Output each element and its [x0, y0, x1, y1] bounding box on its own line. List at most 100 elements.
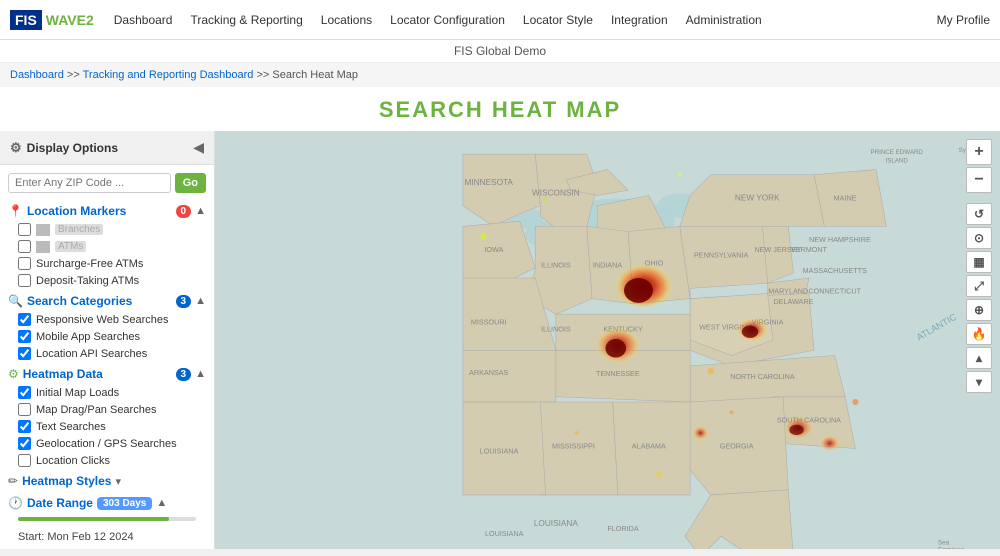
map-grid-button[interactable]: ▦: [966, 251, 992, 273]
breadcrumb: Dashboard >> Tracking and Reporting Dash…: [0, 63, 1000, 87]
initial-map-loads-checkbox[interactable]: [18, 386, 31, 399]
svg-text:NORTH CAROLINA: NORTH CAROLINA: [730, 372, 795, 381]
search-categories-header[interactable]: 🔍 Search Categories 3 ▲: [0, 289, 214, 311]
sub-header: FIS Global Demo: [0, 40, 1000, 63]
nav-administration[interactable]: Administration: [686, 13, 762, 27]
slider-track: [18, 517, 196, 521]
svg-text:NEW JERSEY: NEW JERSEY: [754, 245, 801, 254]
map-drag-checkbox[interactable]: [18, 403, 31, 416]
map-fullscreen-button[interactable]: ⤢: [966, 275, 992, 297]
map-svg: MINNESOTA WISCONSIN IOWA ILLINOIS INDIAN…: [215, 131, 1000, 549]
page-title-part1: SEARCH: [379, 97, 492, 122]
responsive-web-item: Responsive Web Searches: [0, 311, 214, 328]
deposit-taking-item: Deposit-Taking ATMs: [0, 272, 214, 289]
text-searches-checkbox[interactable]: [18, 420, 31, 433]
breadcrumb-dashboard[interactable]: Dashboard: [10, 69, 64, 81]
nav-integration[interactable]: Integration: [611, 13, 668, 27]
map-locate-button[interactable]: ⊙: [966, 227, 992, 249]
svg-text:WISCONSIN: WISCONSIN: [532, 188, 580, 197]
svg-text:LOUISIANA: LOUISIANA: [480, 447, 519, 456]
map-drag-item: Map Drag/Pan Searches: [0, 401, 214, 418]
map-heatmap-button[interactable]: 🔥: [966, 323, 992, 345]
date-start: Start: Mon Feb 12 2024: [18, 529, 196, 547]
map-pin-button[interactable]: ⊕: [966, 299, 992, 321]
branches-checkbox[interactable]: [18, 223, 31, 236]
page-title-part2: HEAT MAP: [492, 97, 621, 122]
heatmap-data-badge: 3: [176, 368, 192, 381]
heatmap-data-icon: ⚙: [8, 367, 19, 381]
search-icon: 🔍: [8, 294, 23, 308]
page-title: SEARCH HEAT MAP: [0, 97, 1000, 123]
location-markers-title: Location Markers: [27, 204, 172, 218]
logo-fis-text: FIS: [10, 10, 42, 30]
svg-text:MARYLAND: MARYLAND: [768, 287, 808, 296]
zip-input[interactable]: [8, 173, 171, 193]
svg-text:LOUISIANA: LOUISIANA: [534, 519, 579, 528]
heatmap-data-chevron: ▲: [195, 368, 206, 380]
surcharge-free-checkbox[interactable]: [18, 257, 31, 270]
heatmap-data-header[interactable]: ⚙ Heatmap Data 3 ▲: [0, 362, 214, 384]
breadcrumb-sep1: >>: [67, 69, 83, 81]
logo: FIS WAVE2: [10, 10, 94, 30]
map-down-button[interactable]: ▾: [966, 371, 992, 393]
nav-locations[interactable]: Locations: [321, 13, 372, 27]
search-categories-chevron: ▲: [195, 295, 206, 307]
map-up-button[interactable]: ▴: [966, 347, 992, 369]
location-clicks-item: Location Clicks: [0, 452, 214, 469]
go-button[interactable]: Go: [175, 173, 206, 193]
branches-item: Branches: [0, 221, 214, 238]
zip-row: Go: [0, 165, 214, 199]
page-title-bar: SEARCH HEAT MAP: [0, 87, 1000, 131]
breadcrumb-tracking[interactable]: Tracking and Reporting Dashboard: [83, 69, 254, 81]
nav-locator-config[interactable]: Locator Configuration: [390, 13, 505, 27]
date-range-slider[interactable]: [0, 513, 214, 525]
geolocation-checkbox[interactable]: [18, 437, 31, 450]
atms-item: ATMs: [0, 238, 214, 255]
date-range-badge: 303 Days: [97, 497, 152, 510]
date-range-chevron: ▲: [156, 497, 167, 509]
atms-checkbox[interactable]: [18, 240, 31, 253]
location-markers-chevron: ▲: [195, 205, 206, 217]
mobile-app-label: Mobile App Searches: [36, 331, 140, 343]
zoom-out-button[interactable]: −: [966, 167, 992, 193]
zoom-in-button[interactable]: +: [966, 139, 992, 165]
main-layout: ⚙ Display Options ◀ Go 📍 Location Marker…: [0, 131, 1000, 549]
svg-text:MAINE: MAINE: [834, 194, 857, 203]
heatmap-styles-icon: ✏: [8, 474, 18, 488]
sidebar-header: ⚙ Display Options ◀: [0, 131, 214, 165]
gear-icon: ⚙: [10, 140, 22, 156]
mobile-app-checkbox[interactable]: [18, 330, 31, 343]
date-end: End: Tue Dec 10 2024: [18, 547, 196, 549]
svg-text:ISLAND: ISLAND: [886, 157, 909, 164]
responsive-web-label: Responsive Web Searches: [36, 314, 168, 326]
deposit-taking-checkbox[interactable]: [18, 274, 31, 287]
svg-text:FLORIDA: FLORIDA: [607, 524, 638, 533]
location-clicks-label: Location Clicks: [36, 455, 110, 467]
collapse-sidebar-icon[interactable]: ◀: [193, 139, 204, 156]
location-clicks-checkbox[interactable]: [18, 454, 31, 467]
nav-tracking[interactable]: Tracking & Reporting: [190, 13, 302, 27]
date-info: Start: Mon Feb 12 2024 End: Tue Dec 10 2…: [0, 525, 214, 549]
svg-text:TENNESSEE: TENNESSEE: [596, 369, 640, 378]
heatmap-styles-header[interactable]: ✏ Heatmap Styles ▾: [0, 469, 214, 491]
location-api-label: Location API Searches: [36, 348, 147, 360]
svg-text:PRINCE EDWARD: PRINCE EDWARD: [871, 149, 924, 156]
date-range-header[interactable]: 🕐 Date Range 303 Days ▲: [0, 491, 214, 513]
geolocation-label: Geolocation / GPS Searches: [36, 438, 177, 450]
nav-dashboard[interactable]: Dashboard: [114, 13, 173, 27]
nav-locator-style[interactable]: Locator Style: [523, 13, 593, 27]
sidebar: ⚙ Display Options ◀ Go 📍 Location Marker…: [0, 131, 215, 549]
svg-text:MINNESOTA: MINNESOTA: [464, 178, 513, 187]
map-reset-button[interactable]: ↺: [966, 203, 992, 225]
deposit-taking-label: Deposit-Taking ATMs: [36, 275, 139, 287]
location-markers-badge: 0: [176, 205, 192, 218]
breadcrumb-current: Search Heat Map: [272, 69, 358, 81]
map-area[interactable]: + − ↺ ⊙ ▦ ⤢ ⊕ 🔥 ▴ ▾: [215, 131, 1000, 549]
nav-links: Dashboard Tracking & Reporting Locations…: [114, 13, 937, 27]
my-profile-link[interactable]: My Profile: [937, 13, 990, 27]
initial-map-loads-item: Initial Map Loads: [0, 384, 214, 401]
svg-text:NEW YORK: NEW YORK: [735, 194, 780, 203]
location-api-checkbox[interactable]: [18, 347, 31, 360]
responsive-web-checkbox[interactable]: [18, 313, 31, 326]
location-markers-header[interactable]: 📍 Location Markers 0 ▲: [0, 199, 214, 221]
